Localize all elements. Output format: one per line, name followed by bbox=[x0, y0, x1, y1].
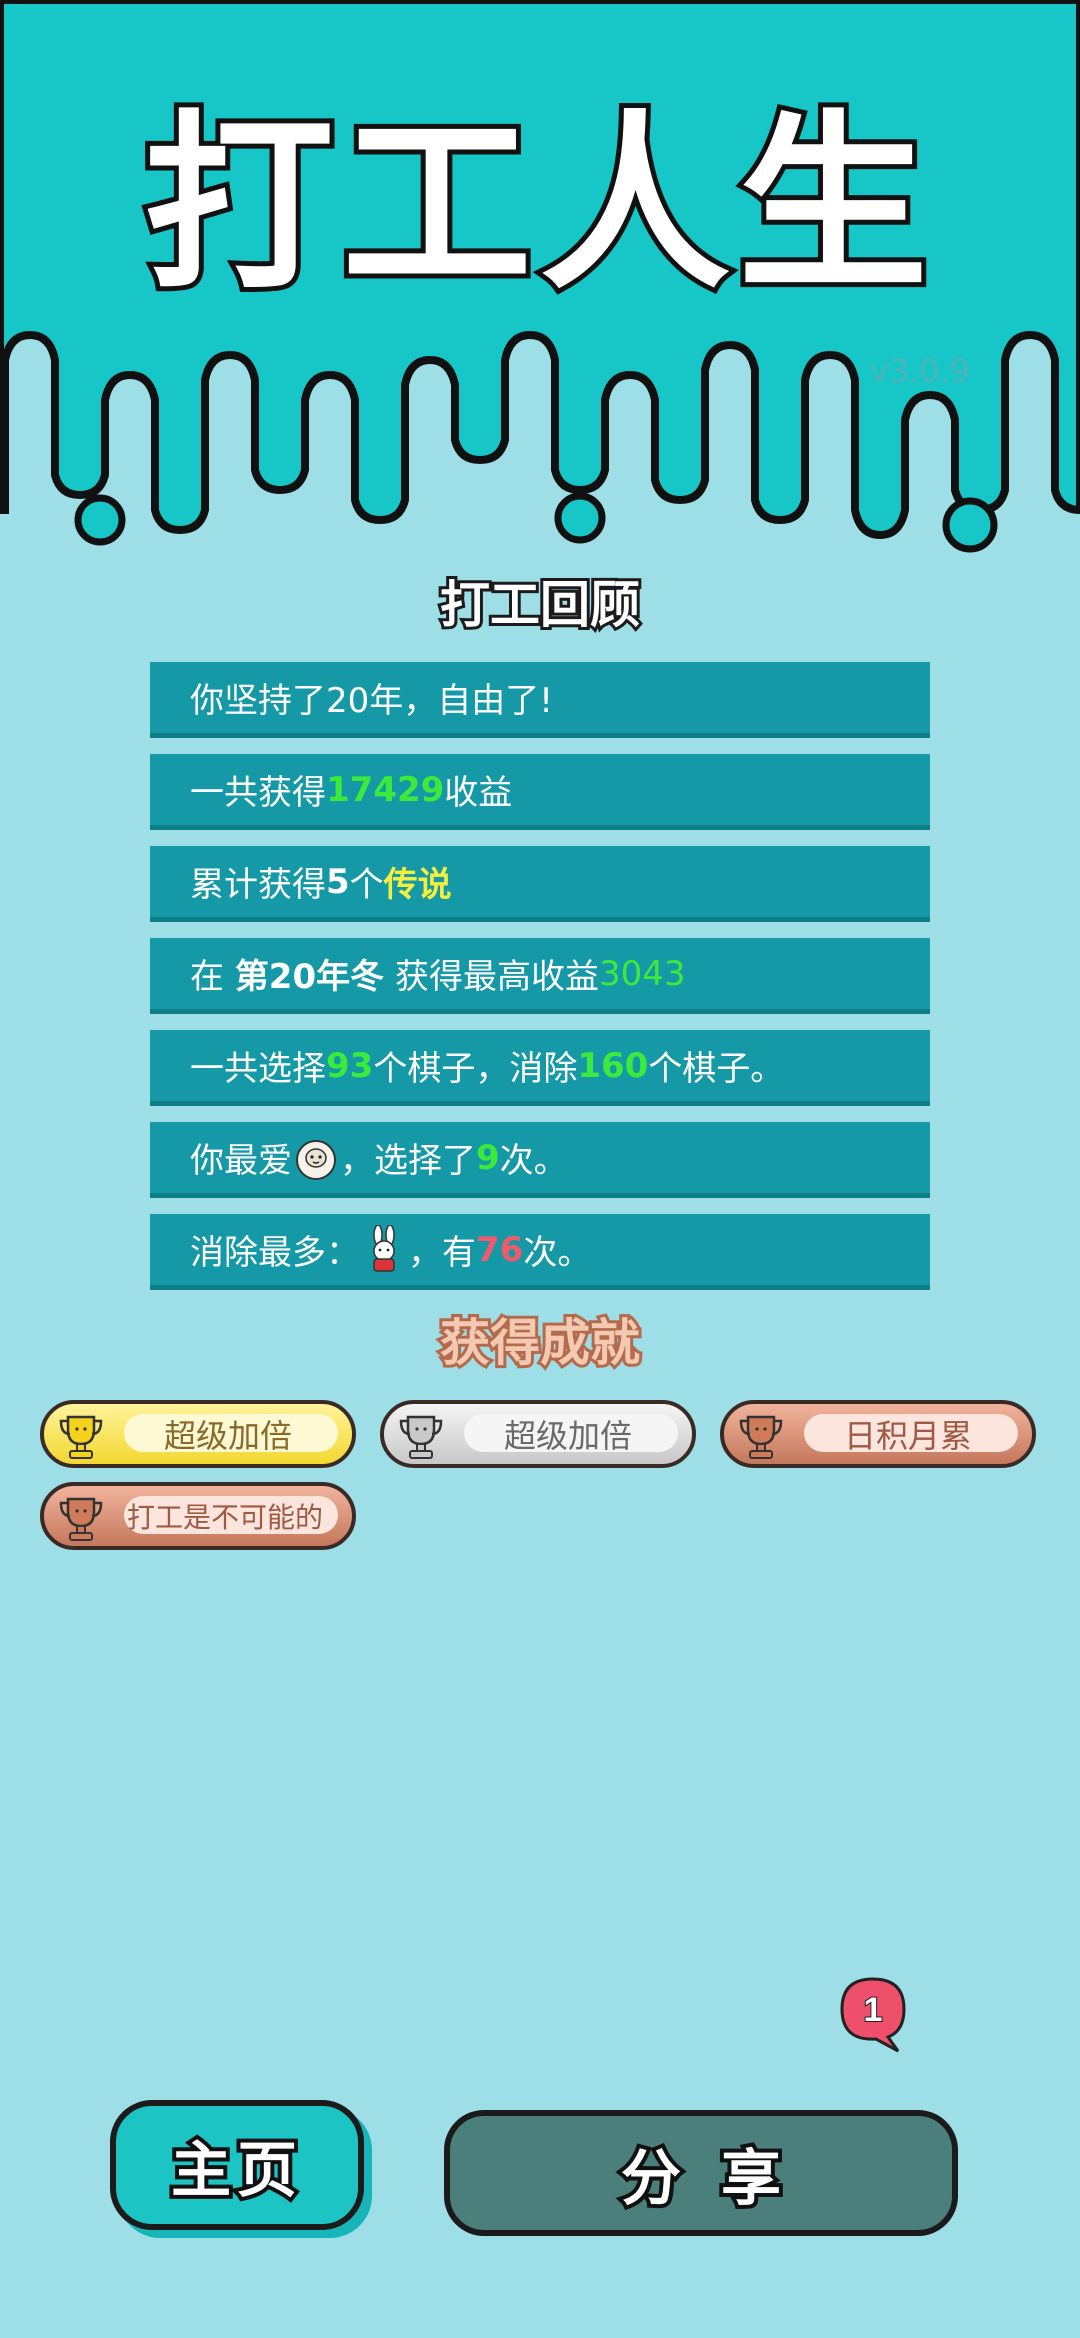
earnings-prefix: 一共获得 bbox=[190, 773, 326, 813]
legendary-rarity: 传说 bbox=[383, 865, 452, 905]
review-row-pieces: 一共选择 93 个棋子，消除 160 个棋子。 bbox=[150, 1030, 930, 1106]
pieces-mid: 个棋子，消除 bbox=[373, 1049, 578, 1089]
pieces-suffix: 个棋子。 bbox=[648, 1049, 785, 1089]
home-button[interactable]: 主页 bbox=[110, 2100, 364, 2230]
favorite-mid: ，选择了 bbox=[340, 1141, 476, 1181]
achievement-badge[interactable]: 打工是不可能的 bbox=[40, 1482, 356, 1550]
legendary-unit: 个 bbox=[349, 865, 384, 905]
sheep-icon bbox=[296, 1139, 336, 1180]
favorite-times: 9 bbox=[476, 1137, 500, 1178]
rabbit-icon bbox=[373, 1224, 395, 1272]
pieces-chosen: 93 bbox=[326, 1045, 374, 1086]
legendary-prefix: 累计获得 bbox=[190, 865, 326, 905]
best-season-prefix: 在 bbox=[190, 957, 235, 997]
review-row-favorite: 你最爱 ，选择了 9 次。 bbox=[150, 1122, 930, 1198]
achievement-badge[interactable]: 超级加倍 bbox=[380, 1400, 696, 1468]
achievements-heading: 获得成就 bbox=[437, 1314, 643, 1372]
pieces-removed: 160 bbox=[577, 1045, 649, 1086]
achievement-label: 打工是不可能的 bbox=[126, 1501, 323, 1534]
removed-times: 76 bbox=[476, 1229, 524, 1270]
legendary-count: 5 bbox=[326, 861, 350, 902]
version-label: v3.0.9 bbox=[869, 352, 970, 390]
best-season: 第20年冬 bbox=[234, 957, 385, 997]
review-row-earnings: 一共获得 17429 收益 bbox=[150, 754, 930, 830]
share-button-label: 分享 bbox=[617, 2140, 821, 2218]
achievement-label: 超级加倍 bbox=[163, 1417, 292, 1455]
achievement-label: 日积月累 bbox=[843, 1417, 972, 1455]
removed-suffix: 次。 bbox=[523, 1233, 592, 1273]
removed-prefix: 消除最多： bbox=[190, 1233, 360, 1273]
game-title: 打工人生 bbox=[139, 94, 936, 315]
best-season-value: 3043 bbox=[598, 953, 686, 994]
notification-bubble-icon[interactable]: 1 bbox=[838, 1975, 908, 2055]
earnings-suffix: 收益 bbox=[444, 773, 513, 813]
achievement-badge[interactable]: 超级加倍 bbox=[40, 1400, 356, 1468]
review-row-legendary: 累计获得 5 个传说 bbox=[150, 846, 930, 922]
achievement-label: 超级加倍 bbox=[503, 1417, 632, 1455]
review-heading: 打工回顾 bbox=[437, 576, 643, 634]
review-row-most-removed: 消除最多： ，有 76 次。 bbox=[150, 1214, 930, 1290]
achievement-badge[interactable]: 日积月累 bbox=[720, 1400, 1036, 1468]
removed-mid: ，有 bbox=[408, 1233, 476, 1273]
notification-count: 1 bbox=[864, 1991, 883, 2029]
favorite-prefix: 你最爱 bbox=[190, 1141, 292, 1181]
years-text: 你坚持了20年，自由了! bbox=[190, 681, 553, 721]
best-season-mid: 获得最高收益 bbox=[384, 957, 599, 997]
review-row-years: 你坚持了20年，自由了! bbox=[150, 662, 930, 738]
pieces-prefix: 一共选择 bbox=[190, 1049, 326, 1089]
review-row-best-season: 在 第20年冬 获得最高收益 3043 bbox=[150, 938, 930, 1014]
share-button[interactable]: 分享 bbox=[444, 2110, 958, 2236]
home-button-label: 主页 bbox=[167, 2132, 303, 2210]
earnings-value: 17429 bbox=[326, 769, 445, 810]
favorite-suffix: 次。 bbox=[499, 1141, 568, 1181]
